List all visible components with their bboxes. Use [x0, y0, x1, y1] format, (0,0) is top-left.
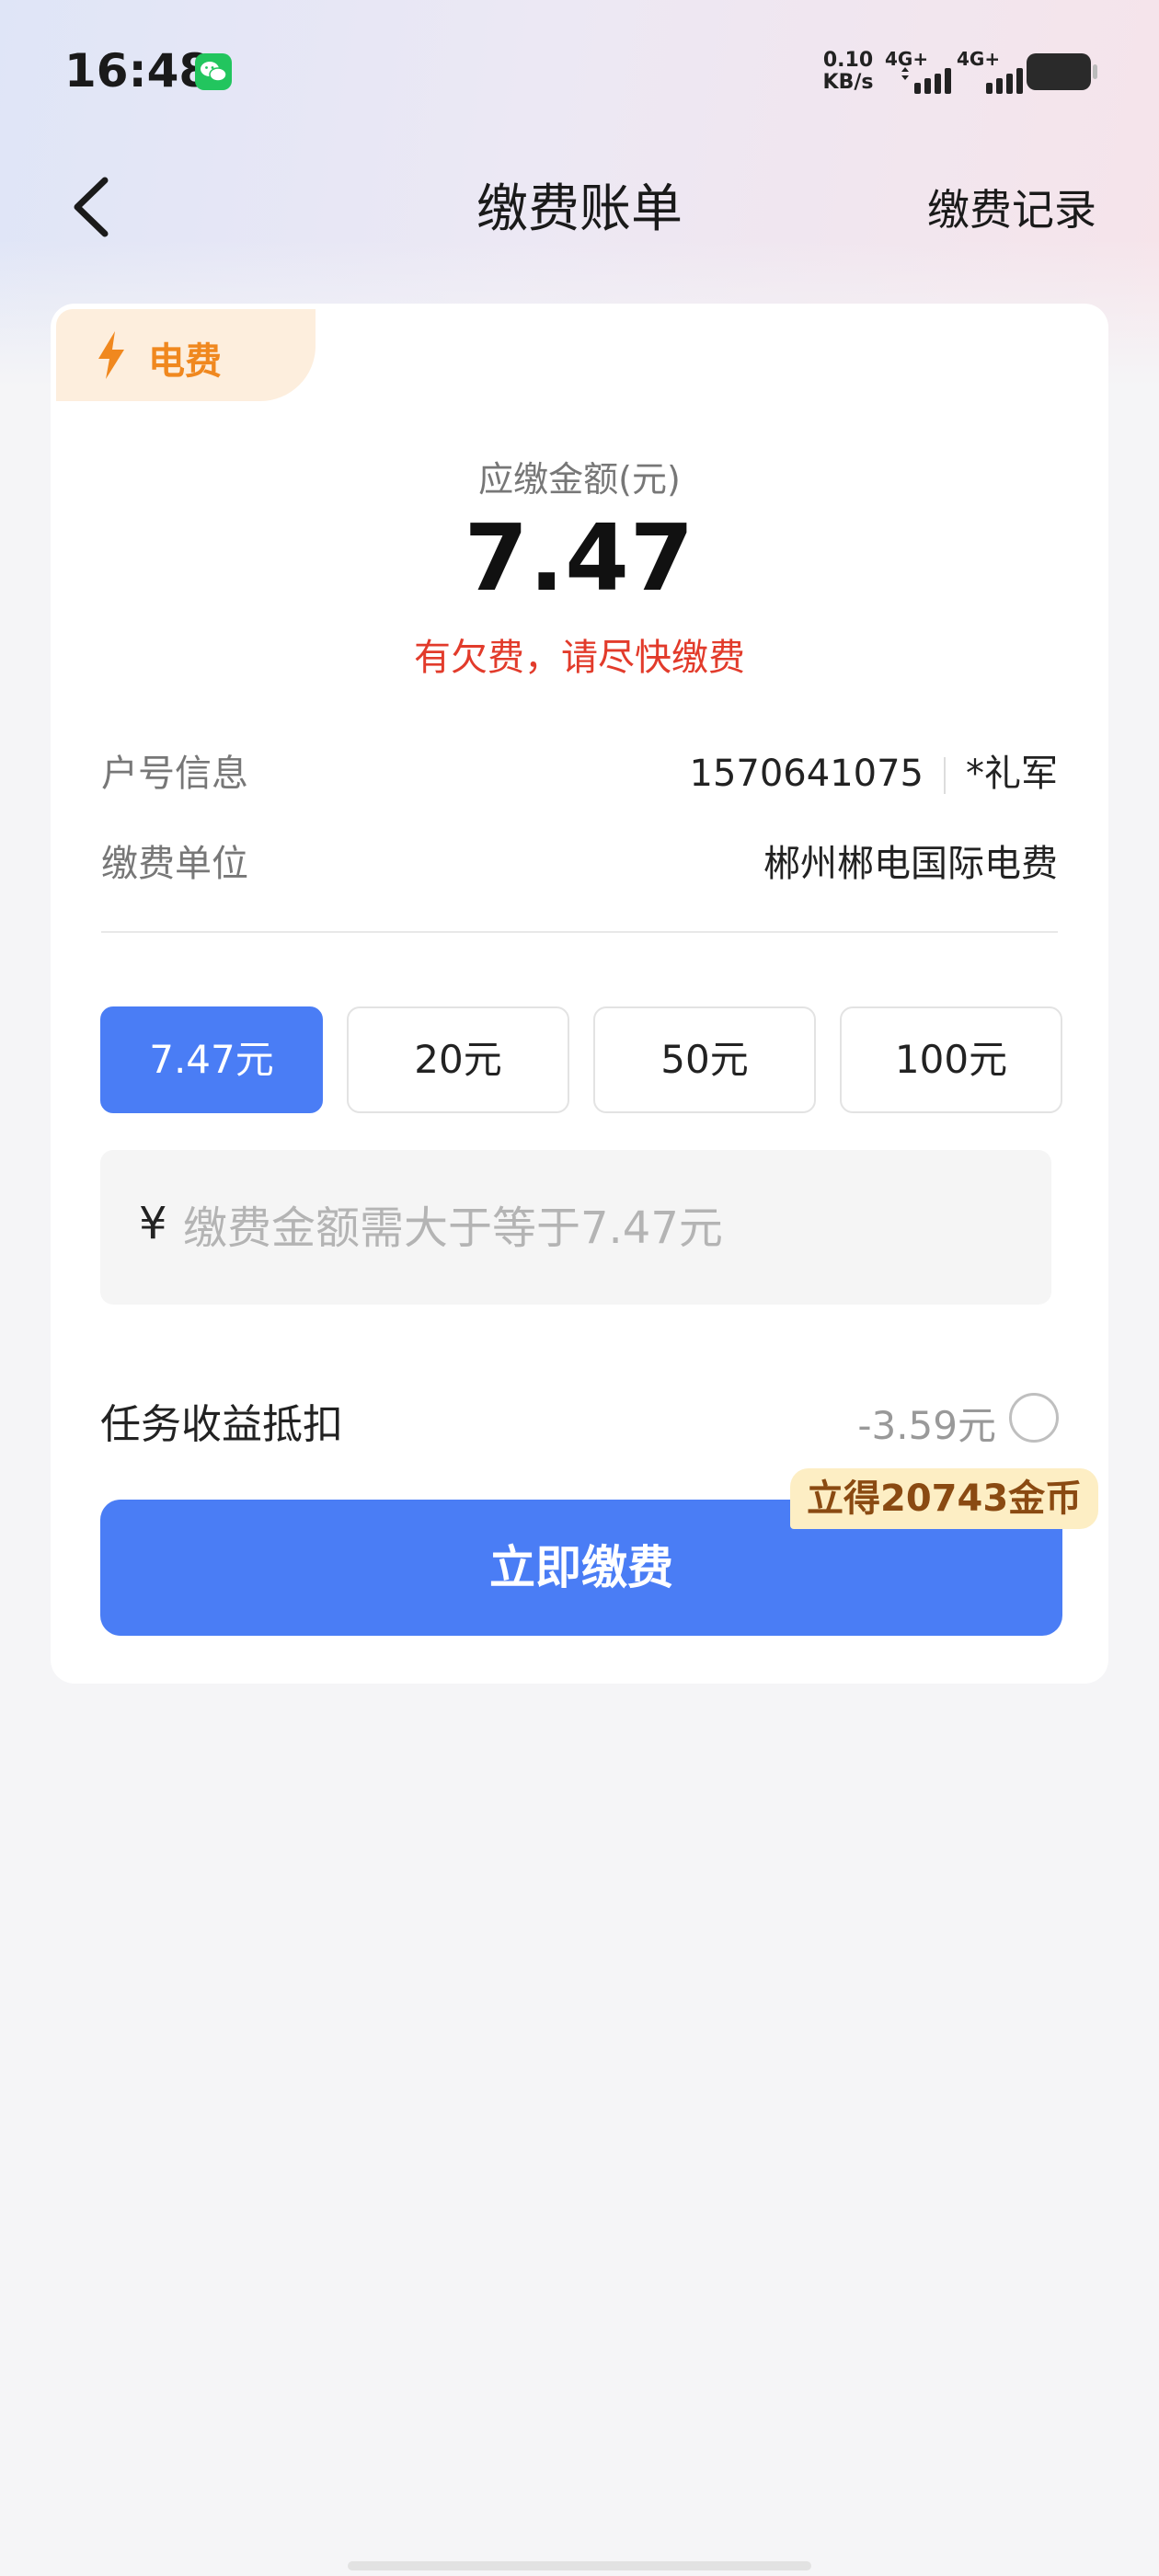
task-earnings-deduction-label: 任务收益抵扣 [100, 1401, 343, 1448]
due-amount-label: 应缴金额(元) [478, 459, 681, 500]
status-time: 16:48 [64, 44, 212, 98]
wechat-icon [195, 53, 232, 90]
amount-option-100[interactable]: 100元 [840, 1006, 1062, 1113]
lightning-icon [98, 331, 124, 379]
amount-option-50[interactable]: 50元 [593, 1006, 816, 1113]
amount-option-7-47[interactable]: 7.47元 [100, 1006, 323, 1113]
network-speed: 0.10 KB/s [820, 50, 876, 94]
category-badge: 电费 [56, 309, 316, 401]
network-speed-value: 0.10 [822, 49, 874, 72]
cellular-signal-icon: 4G+ [957, 48, 1030, 94]
account-holder-name: *礼军 [966, 753, 1058, 795]
amount-options: 7.47元 20元 50元 100元 [100, 1006, 1062, 1113]
divider [944, 757, 946, 794]
home-indicator [348, 2561, 811, 2570]
network-speed-unit: KB/s [822, 71, 874, 94]
arrears-warning: 有欠费，请尽快缴费 [414, 637, 745, 679]
category-label: 电费 [148, 340, 222, 383]
amount-option-20[interactable]: 20元 [347, 1006, 569, 1113]
account-info-row: 户号信息 1570641075 *礼军 [101, 743, 1058, 799]
account-number: 1570641075 [689, 753, 924, 795]
divider [101, 931, 1058, 933]
custom-amount-field: ¥ [100, 1150, 1051, 1305]
currency-symbol: ¥ [139, 1198, 167, 1249]
cellular-signal-icon: 4G+ [885, 48, 958, 94]
account-info-value: 1570641075 *礼军 [690, 743, 1059, 797]
battery-icon [1027, 53, 1097, 90]
payment-unit-value: 郴州郴电国际电费 [763, 843, 1058, 885]
custom-amount-input[interactable] [183, 1187, 1011, 1270]
payment-records-link[interactable]: 缴费记录 [927, 177, 1096, 237]
due-amount: 7.47 [464, 504, 695, 612]
payment-unit-row: 缴费单位 郴州郴电国际电费 [101, 834, 1058, 889]
payment-unit-label: 缴费单位 [101, 843, 248, 885]
bill-card: 电费 应缴金额(元) 7.47 有欠费，请尽快缴费 户号信息 157064107… [51, 304, 1108, 1684]
account-info-label: 户号信息 [101, 753, 248, 795]
deduction-radio-button[interactable] [1009, 1393, 1059, 1443]
task-earnings-deduction-value: -3.59元 [857, 1403, 996, 1448]
coin-reward-tag: 立得20743金币 [790, 1468, 1099, 1529]
status-bar: 16:48 0.10 KB/s 4G+ 4G+ [0, 0, 1159, 138]
